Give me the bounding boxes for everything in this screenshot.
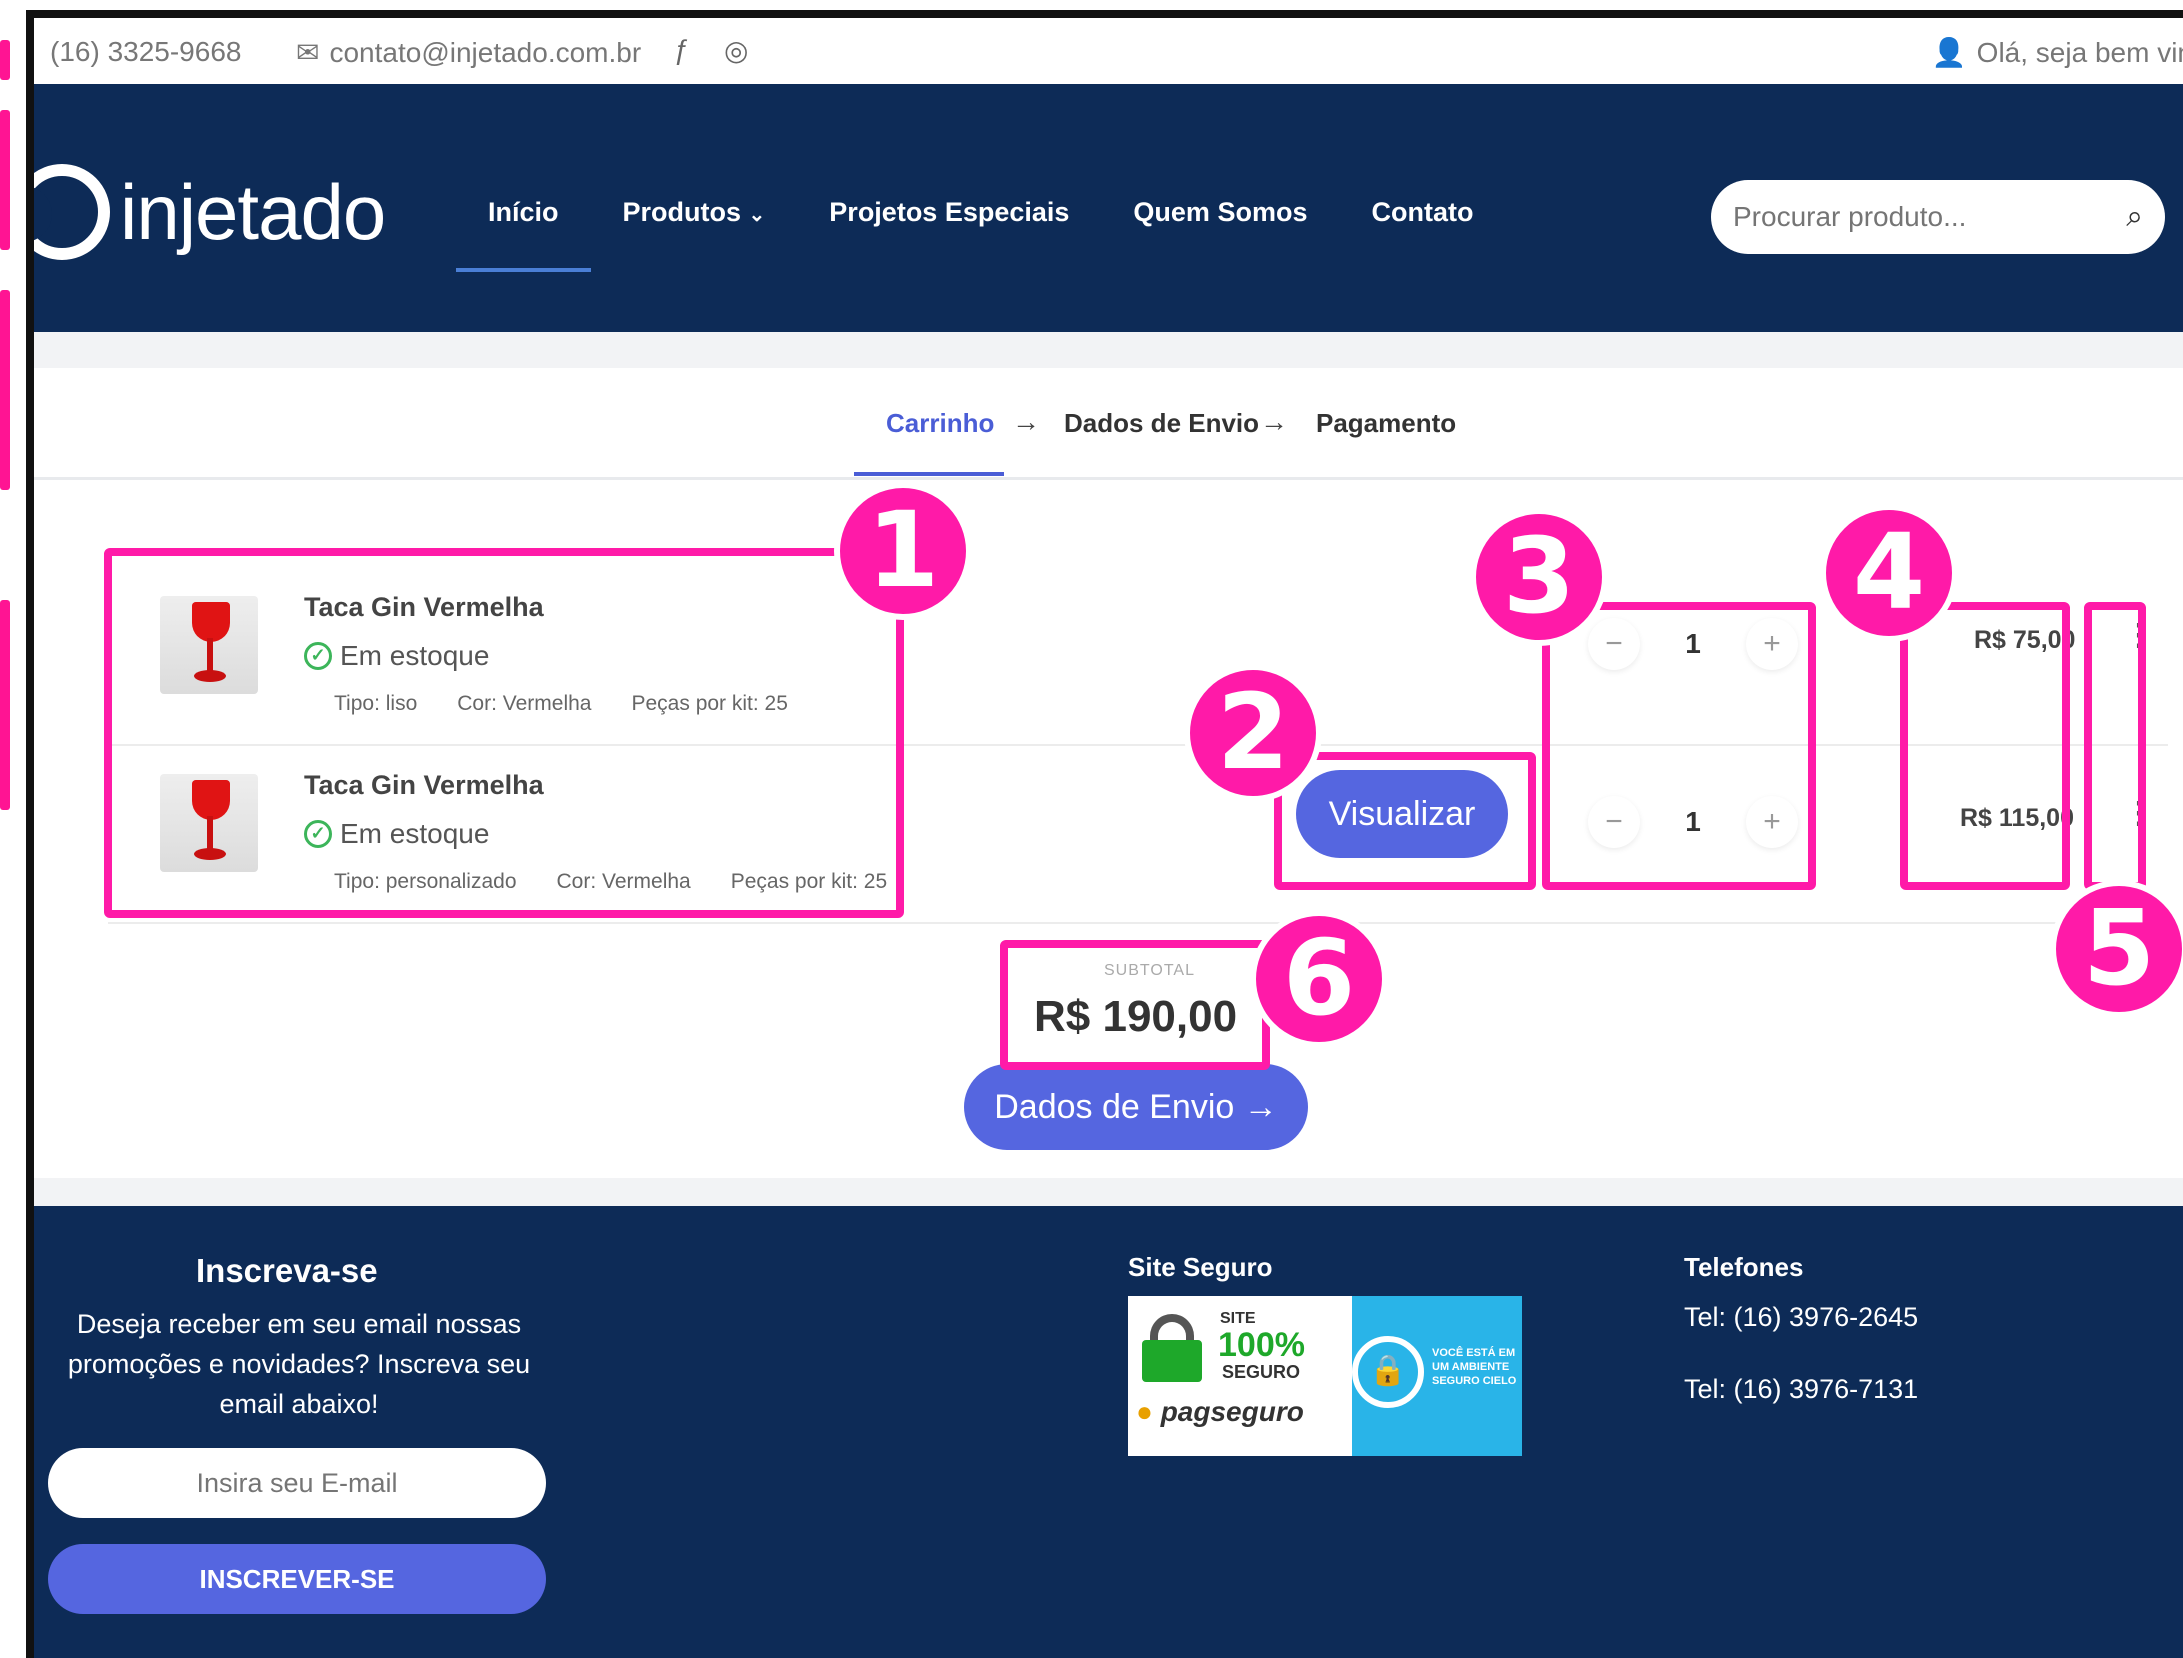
annotation-badge-1: 1 (834, 482, 972, 620)
search-input[interactable] (1733, 201, 2127, 233)
nav-produtos[interactable]: Produtos ⌄ (591, 197, 798, 228)
logo-icon (34, 164, 110, 260)
secure-title: Site Seguro (1128, 1252, 1273, 1282)
email-field[interactable] (48, 1448, 546, 1518)
pagseguro-logo: ● pagseguro (1136, 1396, 1304, 1427)
edge-mark (0, 290, 10, 490)
search-bar: ⌕ (1711, 180, 2165, 254)
row-divider (108, 922, 2168, 924)
seal-seguro-text: SEGURO (1222, 1362, 1301, 1382)
logo[interactable]: injetado (34, 164, 405, 260)
step-pagamento[interactable]: Pagamento (1316, 408, 1456, 439)
nav-produtos-label: Produtos (622, 197, 742, 227)
cielo-note: VOCÊ ESTÁ EM UM AMBIENTE SEGURO CIELO (1432, 1347, 1517, 1387)
site-footer: Inscreva-se Deseja receber em seu email … (34, 1206, 2183, 1658)
pagseguro-seal: SITE 100% SEGURO ● pagseguro (1128, 1296, 1348, 1456)
phone-1: Tel: (16) 3976-2645 (1684, 1302, 1919, 1332)
annotation-badge-3: 3 (1470, 508, 1608, 646)
pagseguro-text: pagseguro (1160, 1396, 1304, 1427)
top-bar: (16) 3325-9668 ✉ contato@injetado.com.br… (34, 18, 2183, 84)
active-step-indicator (854, 472, 1004, 476)
checkout-steps: Carrinho → Dados de Envio → Pagamento (34, 368, 2183, 480)
security-seal: SITE 100% SEGURO ● pagseguro 🔒 VOCÊ ESTÁ… (1128, 1296, 1522, 1456)
main-nav: Início Produtos ⌄ Projetos Especiais Que… (456, 197, 1505, 272)
edge-mark (0, 600, 10, 810)
subscribe-text-line: email abaixo! (219, 1389, 379, 1419)
browser-frame: (16) 3325-9668 ✉ contato@injetado.com.br… (26, 10, 2183, 1658)
logo-text: injetado (120, 167, 386, 256)
cielo-seal: 🔒 VOCÊ ESTÁ EM UM AMBIENTE SEGURO CIELO (1352, 1296, 1522, 1456)
user-icon: 👤 (1931, 37, 1967, 68)
welcome-text: Olá, seja bem vin (1976, 36, 2183, 68)
mail-icon: ✉ (296, 37, 320, 68)
annotation-box-subtotal (1000, 940, 1270, 1070)
arrow-right-icon: → (1260, 406, 1288, 437)
edge-mark (0, 40, 10, 80)
nav-projetos-especiais[interactable]: Projetos Especiais (797, 197, 1101, 228)
nav-inicio[interactable]: Início (456, 197, 591, 272)
account-link[interactable]: 👤 Olá, seja bem vin (1932, 36, 2183, 69)
annotation-badge-6: 6 (1250, 910, 1388, 1048)
step-carrinho[interactable]: Carrinho (886, 408, 994, 439)
edge-mark (0, 110, 10, 250)
annotation-box-visualizar (1274, 752, 1536, 890)
phone-number: (16) 3325-9668 (50, 36, 242, 67)
nav-contato[interactable]: Contato (1339, 197, 1505, 228)
dados-envio-button[interactable]: Dados de Envio → (964, 1064, 1308, 1150)
subscribe-text-line: promoções e novidades? Inscreva seu (67, 1349, 531, 1379)
annotation-box-quantity (1542, 602, 1816, 890)
site-header: injetado Início Produtos ⌄ Projetos Espe… (34, 84, 2183, 332)
arrow-right-icon: → (1012, 406, 1040, 437)
email-text: contato@injetado.com.br (329, 36, 642, 68)
annotation-badge-2: 2 (1184, 664, 1322, 802)
padlock-icon: 🔒 (1352, 1336, 1424, 1408)
subscribe-button[interactable]: INSCREVER-SE (48, 1544, 546, 1614)
annotation-box-menu (2084, 602, 2146, 890)
annotation-badge-5: 5 (2050, 880, 2183, 1018)
chevron-down-icon: ⌄ (748, 204, 766, 226)
separator (34, 332, 2183, 368)
lock-icon (1138, 1314, 1208, 1384)
nav-quem-somos[interactable]: Quem Somos (1101, 197, 1339, 228)
step-dados-envio[interactable]: Dados de Envio (1064, 408, 1259, 439)
phones-title: Telefones (1684, 1252, 1804, 1282)
separator (34, 1178, 2183, 1206)
search-icon[interactable]: ⌕ (2126, 200, 2143, 234)
annotation-box-price (1900, 602, 2070, 890)
annotation-badge-4: 4 (1820, 504, 1958, 642)
facebook-icon[interactable]: ƒ (674, 34, 690, 66)
contact-email[interactable]: ✉ contato@injetado.com.br (296, 36, 641, 69)
phone-2: Tel: (16) 3976-7131 (1684, 1374, 1919, 1404)
subscribe-text: Deseja receber em seu email nossas promo… (34, 1304, 564, 1424)
seal-percent-text: 100% (1218, 1326, 1305, 1364)
left-edge-strip (0, 0, 24, 1658)
annotation-box-products (104, 548, 904, 918)
instagram-icon[interactable]: ◎ (724, 34, 748, 67)
subscribe-title: Inscreva-se (196, 1252, 378, 1289)
subscribe-text-line: Deseja receber em seu email nossas (76, 1309, 522, 1339)
